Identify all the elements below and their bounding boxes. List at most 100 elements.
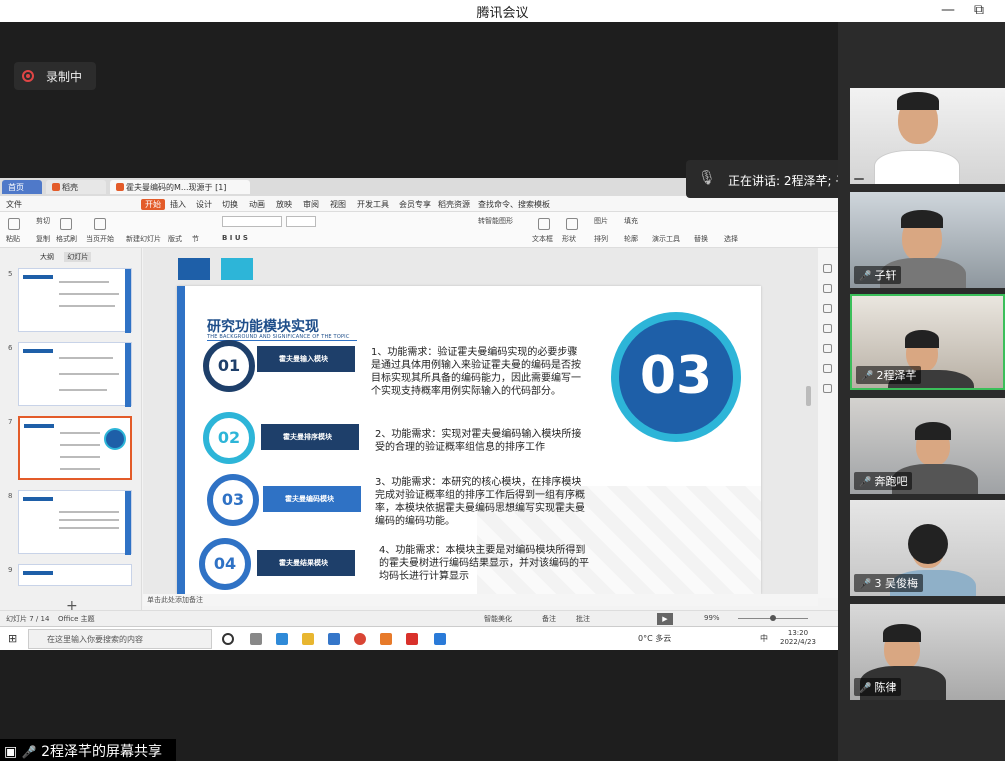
slide-thumbnail[interactable] <box>18 342 132 407</box>
participant-name: 🎤 2程泽芊 <box>856 366 922 384</box>
replace-button[interactable]: 替换 <box>694 234 708 244</box>
participant-name <box>854 178 864 180</box>
tab-document[interactable]: 霍夫曼编码的M...现源于 [1] <box>110 180 250 194</box>
menu-member[interactable]: 会员专享 <box>399 199 431 210</box>
slide-thumbnail[interactable] <box>18 564 132 586</box>
participant-tile[interactable]: 🎤 子轩 <box>850 192 1005 288</box>
textbox-button[interactable]: 文本框 <box>532 234 553 244</box>
edge-icon[interactable] <box>276 633 288 645</box>
chrome-icon[interactable] <box>354 633 366 645</box>
picture-button[interactable]: 图片 <box>594 216 608 226</box>
notes-field[interactable]: 单击此处添加备注 <box>143 594 818 606</box>
windows-taskbar: ⊞ 在这里输入你要搜索的内容 0°C 多云 中 13:20 2022/4/23 <box>0 626 838 650</box>
theme-name: Office 主题 <box>58 615 95 623</box>
select-button[interactable]: 选择 <box>724 234 738 244</box>
right-tool-strip <box>818 248 838 598</box>
slide-thumbnail-selected[interactable] <box>18 416 132 480</box>
shape-button[interactable]: 形状 <box>562 234 576 244</box>
zoom-level: 99% <box>704 614 720 622</box>
zoom-slider-handle[interactable] <box>770 615 776 621</box>
notes-button[interactable]: 备注 <box>542 614 556 624</box>
menu-review[interactable]: 审阅 <box>303 199 319 210</box>
share-owner: 2程泽芊的屏幕共享 <box>41 744 163 760</box>
explorer-icon[interactable] <box>302 633 314 645</box>
cortana-icon[interactable] <box>222 633 234 645</box>
meeting-stage: 录制中 首页 稻壳 霍夫曼编码的M...现源于 [1] 文件 开始 插入 设计 … <box>0 22 838 761</box>
tool-icon[interactable] <box>823 364 832 373</box>
module-label: 霍夫曼结果模块 <box>257 550 355 576</box>
tool-icon[interactable] <box>823 284 832 293</box>
text-format-tools[interactable]: B I U S <box>222 234 248 242</box>
wps-icon[interactable] <box>406 633 418 645</box>
participant-tile[interactable]: 🎤 奔跑吧 <box>850 398 1005 494</box>
show-tools-button[interactable]: 演示工具 <box>652 234 680 244</box>
thumb-number: 6 <box>8 344 13 352</box>
tab-docer[interactable]: 稻壳 <box>46 180 106 194</box>
slide-thumbnail[interactable] <box>18 490 132 555</box>
tencent-meeting-icon[interactable] <box>434 633 446 645</box>
menu-design[interactable]: 设计 <box>196 199 212 210</box>
slide-canvas[interactable]: 研究功能模块实现 THE BACKGROUND AND SIGNIFICANCE… <box>177 286 761 594</box>
mail-icon[interactable] <box>328 633 340 645</box>
layout-button[interactable]: 版式 <box>168 234 182 244</box>
comment-button[interactable]: 批注 <box>576 614 590 624</box>
menu-view[interactable]: 视图 <box>330 199 346 210</box>
thumb-number: 9 <box>8 566 13 574</box>
copy-button[interactable]: 复制 <box>36 234 50 244</box>
menu-transition[interactable]: 切换 <box>222 199 238 210</box>
windows-start-icon[interactable]: ⊞ <box>8 632 17 645</box>
minimize-button[interactable]: — <box>933 0 963 22</box>
participant-name: 🎤 陈律 <box>854 678 902 696</box>
participant-tile[interactable]: 🎤 陈律 <box>850 604 1005 700</box>
outline-button[interactable]: 轮廓 <box>624 234 638 244</box>
tool-icon[interactable] <box>823 344 832 353</box>
input-language[interactable]: 中 <box>760 633 768 644</box>
slide-thumbnail[interactable] <box>18 268 132 333</box>
beautify-button[interactable]: 智能美化 <box>484 614 512 624</box>
tab-home[interactable]: 首页 <box>2 180 42 194</box>
participant-tile[interactable] <box>850 88 1005 184</box>
recording-indicator[interactable]: 录制中 <box>14 62 96 90</box>
menu-start[interactable]: 开始 <box>141 199 165 210</box>
menu-animation[interactable]: 动画 <box>249 199 265 210</box>
convert-smartart-button[interactable]: 转智能图形 <box>478 216 513 226</box>
play-from-current-icon <box>94 218 106 230</box>
slide-side-bar <box>177 286 185 594</box>
taskbar-search[interactable]: 在这里输入你要搜索的内容 <box>28 629 212 649</box>
participant-tile-active[interactable]: 🎤 2程泽芊 <box>850 294 1005 390</box>
tool-icon[interactable] <box>823 324 832 333</box>
from-current-button[interactable]: 当页开始 <box>86 234 114 244</box>
docer-icon <box>52 183 60 191</box>
module-number: 01 <box>203 340 255 392</box>
slide-edit-area: 研究功能模块实现 THE BACKGROUND AND SIGNIFICANCE… <box>143 248 818 594</box>
tool-icon[interactable] <box>823 264 832 273</box>
menu-insert[interactable]: 插入 <box>170 199 186 210</box>
new-slide-button[interactable]: 新建幻灯片 <box>126 234 161 244</box>
section-button[interactable]: 节 <box>192 234 199 244</box>
menu-file[interactable]: 文件 <box>6 199 22 210</box>
tab-outline[interactable]: 大纲 <box>40 253 54 261</box>
play-button[interactable]: ▶ <box>657 613 673 625</box>
command-search[interactable]: 查找命令、搜索模板 <box>478 199 550 210</box>
format-painter-button[interactable]: 格式刷 <box>56 234 77 244</box>
font-family-select[interactable] <box>222 216 282 227</box>
menu-dev-tools[interactable]: 开发工具 <box>357 199 389 210</box>
menu-show[interactable]: 放映 <box>276 199 292 210</box>
arrange-button[interactable]: 排列 <box>594 234 608 244</box>
font-size-select[interactable] <box>286 216 316 227</box>
module-label: 霍夫曼排序模块 <box>261 424 359 450</box>
format-painter-icon <box>60 218 72 230</box>
shape-icon <box>566 218 578 230</box>
cut-button[interactable]: 剪切 <box>36 216 50 226</box>
paste-button[interactable]: 粘贴 <box>6 234 20 244</box>
task-view-icon[interactable] <box>250 633 262 645</box>
fill-button[interactable]: 填充 <box>624 216 638 226</box>
tab-slides[interactable]: 幻灯片 <box>64 252 92 262</box>
vertical-scrollbar[interactable] <box>806 386 811 406</box>
matlab-icon[interactable] <box>380 633 392 645</box>
menu-resources[interactable]: 稻壳资源 <box>438 199 470 210</box>
location-icon[interactable] <box>823 384 832 393</box>
participant-tile[interactable]: 🎤 3 吴俊梅 <box>850 500 1005 596</box>
restore-button[interactable]: ⧉ <box>964 0 994 22</box>
tool-icon[interactable] <box>823 304 832 313</box>
